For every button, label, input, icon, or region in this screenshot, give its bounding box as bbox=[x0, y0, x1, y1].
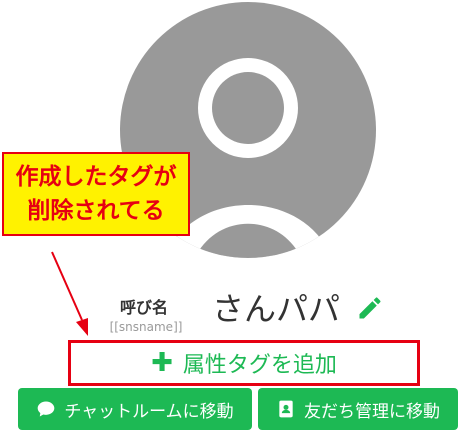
address-book-icon bbox=[279, 400, 293, 418]
add-attribute-tag-label: 属性タグを追加 bbox=[182, 353, 337, 378]
pencil-icon[interactable] bbox=[356, 294, 384, 322]
callout-line-1: 作成したタグが bbox=[15, 164, 177, 190]
nickname-label: 呼び名 bbox=[119, 298, 168, 317]
add-attribute-tag-button[interactable]: ✚ 属性タグを追加 bbox=[145, 346, 343, 380]
nickname-value: さんパパ bbox=[212, 290, 341, 328]
avatar bbox=[120, 2, 376, 258]
nickname-variable: [[snsname]] bbox=[109, 320, 183, 334]
go-to-chatroom-button[interactable]: チャットルームに移動 bbox=[18, 388, 252, 430]
go-to-friend-management-button[interactable]: 友だち管理に移動 bbox=[258, 388, 458, 430]
speech-bubble-icon bbox=[37, 401, 55, 417]
add-tag-highlight: ✚ 属性タグを追加 bbox=[68, 340, 420, 386]
go-to-chatroom-label: チャットルームに移動 bbox=[64, 401, 234, 422]
annotation-callout: 作成したタグが 削除されてる bbox=[2, 152, 190, 236]
plus-icon: ✚ bbox=[151, 348, 173, 378]
go-to-friend-management-label: 友だち管理に移動 bbox=[304, 401, 440, 422]
callout-line-2: 削除されてる bbox=[27, 198, 165, 224]
